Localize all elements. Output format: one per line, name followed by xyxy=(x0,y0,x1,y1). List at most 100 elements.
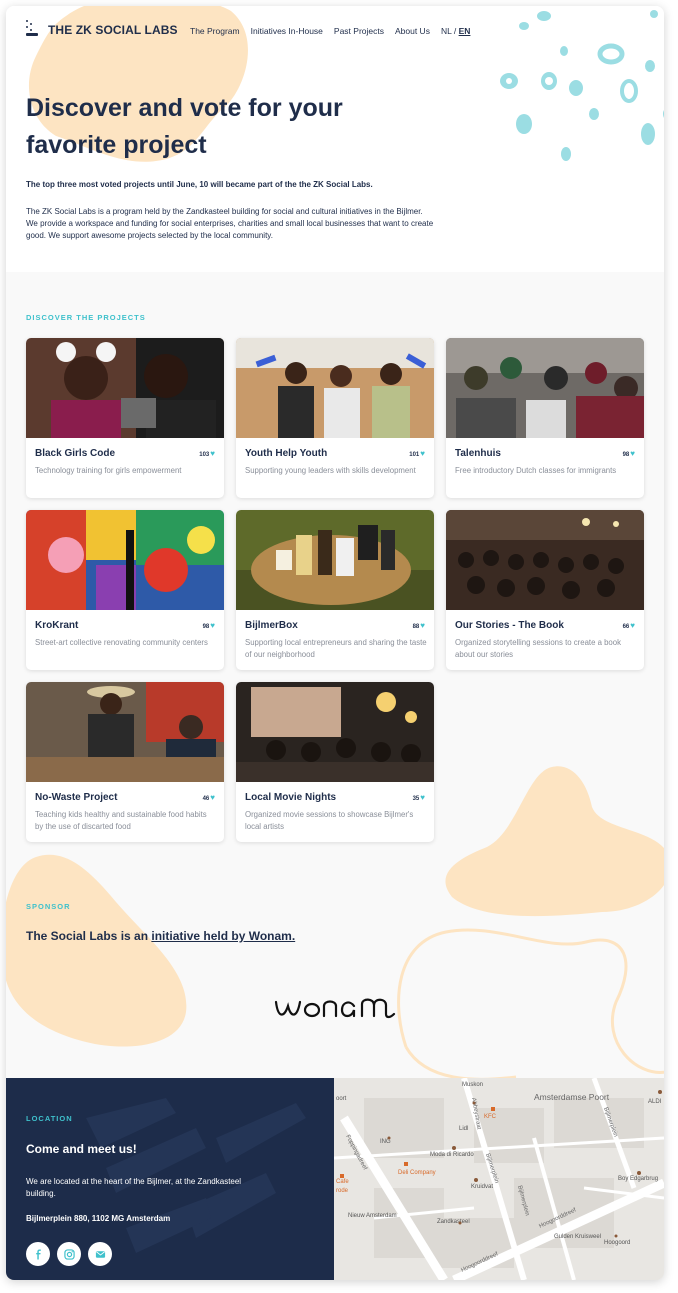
vote-number: 103 xyxy=(199,452,210,458)
heart-icon: ♥ xyxy=(420,621,425,630)
location-map[interactable]: Muskon Amsterdamse Poort ALDI ING KFC Li… xyxy=(334,1078,664,1280)
map-label-nieuw-amsterdam: Nieuw Amsterdam xyxy=(348,1213,397,1219)
sponsor-statement: The Social Labs is an initiative held by… xyxy=(26,929,295,943)
map-label-gulden-kruisweel: Gulden Kruisweel xyxy=(554,1234,601,1240)
hero-lead-text: The top three most voted projects until … xyxy=(26,180,373,189)
project-card-no-waste-project[interactable]: No-Waste Project 46♥ Teaching kids healt… xyxy=(26,682,224,842)
language-switcher: NL / EN xyxy=(441,26,470,36)
map-label-muskon: Muskon xyxy=(462,1082,483,1088)
vote-count[interactable]: 88♥ xyxy=(413,621,425,630)
project-title: Talenhuis xyxy=(455,448,501,459)
vote-count[interactable]: 46♥ xyxy=(203,793,215,802)
project-card-youth-help-youth[interactable]: Youth Help Youth 101♥ Supporting young l… xyxy=(236,338,434,498)
project-photo xyxy=(446,510,644,610)
project-title: Youth Help Youth xyxy=(245,448,328,459)
project-description: Supporting local entrepreneurs and shari… xyxy=(245,638,427,659)
project-title: No-Waste Project xyxy=(35,792,118,803)
vote-number: 88 xyxy=(412,624,420,630)
vote-number: 98 xyxy=(202,624,210,630)
email-button[interactable] xyxy=(88,1242,112,1266)
map-label-boy-edgarbrug: Boy Edgarbrug xyxy=(618,1176,658,1182)
instagram-button[interactable] xyxy=(57,1242,81,1266)
project-description: Technology training for girls empowermen… xyxy=(35,466,182,475)
project-card-black-girls-code[interactable]: Black Girls Code 103♥ Technology trainin… xyxy=(26,338,224,498)
nav-item-past-projects[interactable]: Past Projects xyxy=(334,26,384,36)
nav-item-initiatives-in-house[interactable]: Initiatives In-House xyxy=(251,26,323,36)
location-section-label: LOCATION xyxy=(26,1114,73,1123)
project-title: Local Movie Nights xyxy=(245,792,337,803)
decorative-curve-line xyxy=(397,928,664,1081)
map-label-port: oort xyxy=(336,1096,347,1102)
mail-icon xyxy=(95,1250,105,1258)
vote-number: 66 xyxy=(622,624,630,630)
lang-en-link[interactable]: EN xyxy=(459,26,471,36)
project-description: Supporting young leaders with skills dev… xyxy=(245,466,416,475)
nav-item-about-us[interactable]: About Us xyxy=(395,26,430,36)
hero-section: THE ZK SOCIAL LABS The Program Initiativ… xyxy=(6,6,664,272)
map-label-cafe: Cafe xyxy=(336,1179,349,1185)
project-card-our-stories-the-book[interactable]: Our Stories - The Book 66♥ Organized sto… xyxy=(446,510,644,670)
logo-text: THE ZK SOCIAL LABS xyxy=(48,23,178,37)
project-photo xyxy=(236,510,434,610)
vote-number: 98 xyxy=(622,452,630,458)
vote-number: 35 xyxy=(412,796,420,802)
decorative-blob-left xyxy=(6,854,187,1047)
vote-count[interactable]: 98♥ xyxy=(203,621,215,630)
project-photo xyxy=(236,682,434,782)
project-card-bijlmerbox[interactable]: BijlmerBox 88♥ Supporting local entrepre… xyxy=(236,510,434,670)
project-title: KroKrant xyxy=(35,620,79,631)
vote-count[interactable]: 103♥ xyxy=(199,449,215,458)
vote-count[interactable]: 101♥ xyxy=(409,449,425,458)
map-label-lidl: Lidl xyxy=(459,1126,468,1132)
heart-icon: ♥ xyxy=(630,621,635,630)
project-title: BijlmerBox xyxy=(245,620,298,631)
logo-mark-icon xyxy=(26,20,40,40)
project-card-local-movie-nights[interactable]: Local Movie Nights 35♥ Organized movie s… xyxy=(236,682,434,842)
sponsor-link[interactable]: initiative held by Wonam. xyxy=(151,929,295,943)
main-navigation: The Program Initiatives In-House Past Pr… xyxy=(190,26,470,36)
map-label-aldi: ALDI xyxy=(648,1099,662,1105)
facebook-icon xyxy=(35,1248,41,1260)
sponsor-text-prefix: The Social Labs is an xyxy=(26,929,152,943)
map-label-ing: ING xyxy=(380,1139,391,1145)
hero-title: Discover and vote for your favorite proj… xyxy=(26,94,343,159)
map-label-rode: rode xyxy=(336,1188,349,1194)
project-card-talenhuis[interactable]: Talenhuis 98♥ Free introductory Dutch cl… xyxy=(446,338,644,498)
project-description: Organized movie sessions to showcase Bij… xyxy=(245,810,414,831)
facebook-button[interactable] xyxy=(26,1242,50,1266)
vote-count[interactable]: 98♥ xyxy=(623,449,635,458)
location-description: We are located at the heart of the Bijlm… xyxy=(26,1177,242,1198)
map-label-amsterdamse-poort: Amsterdamse Poort xyxy=(534,1092,610,1102)
heart-icon: ♥ xyxy=(630,449,635,458)
heart-icon: ♥ xyxy=(210,449,215,458)
nav-item-the-program[interactable]: The Program xyxy=(190,26,240,36)
project-description: Street-art collective renovating communi… xyxy=(35,638,208,647)
project-photo xyxy=(236,338,434,438)
project-card-krokrant[interactable]: KroKrant 98♥ Street-art collective renov… xyxy=(26,510,224,670)
map-label-kruidvat: Kruidvat xyxy=(471,1184,493,1190)
map-label-deli-company: Deli Company xyxy=(398,1170,436,1176)
instagram-icon xyxy=(63,1248,75,1260)
location-title: Come and meet us! xyxy=(26,1142,137,1156)
projects-section-label: DISCOVER THE PROJECTS xyxy=(26,313,146,322)
heart-icon: ♥ xyxy=(210,793,215,802)
vote-count[interactable]: 35♥ xyxy=(413,793,425,802)
project-description: Organized storytelling sessions to creat… xyxy=(455,638,621,659)
vote-count[interactable]: 66♥ xyxy=(623,621,635,630)
project-title: Black Girls Code xyxy=(35,448,116,459)
project-title: Our Stories - The Book xyxy=(455,620,564,631)
site-logo[interactable]: THE ZK SOCIAL LABS xyxy=(26,20,178,40)
heart-icon: ♥ xyxy=(420,449,425,458)
map-canvas: Muskon Amsterdamse Poort ALDI ING KFC Li… xyxy=(334,1078,664,1280)
map-label-hoogoord: Hoogoord xyxy=(604,1240,630,1246)
heart-icon: ♥ xyxy=(420,793,425,802)
project-photo xyxy=(26,682,224,782)
page-frame: THE ZK SOCIAL LABS The Program Initiativ… xyxy=(6,6,664,1280)
location-address: Bijlmerplein 880, 1102 MG Amsterdam xyxy=(26,1214,171,1223)
lang-nl-link[interactable]: NL / xyxy=(441,26,456,36)
vote-number: 101 xyxy=(409,452,420,458)
wonam-logo[interactable]: wonam xyxy=(272,992,402,1022)
project-photo xyxy=(26,510,224,610)
project-photo xyxy=(26,338,224,438)
vote-number: 46 xyxy=(202,796,210,802)
